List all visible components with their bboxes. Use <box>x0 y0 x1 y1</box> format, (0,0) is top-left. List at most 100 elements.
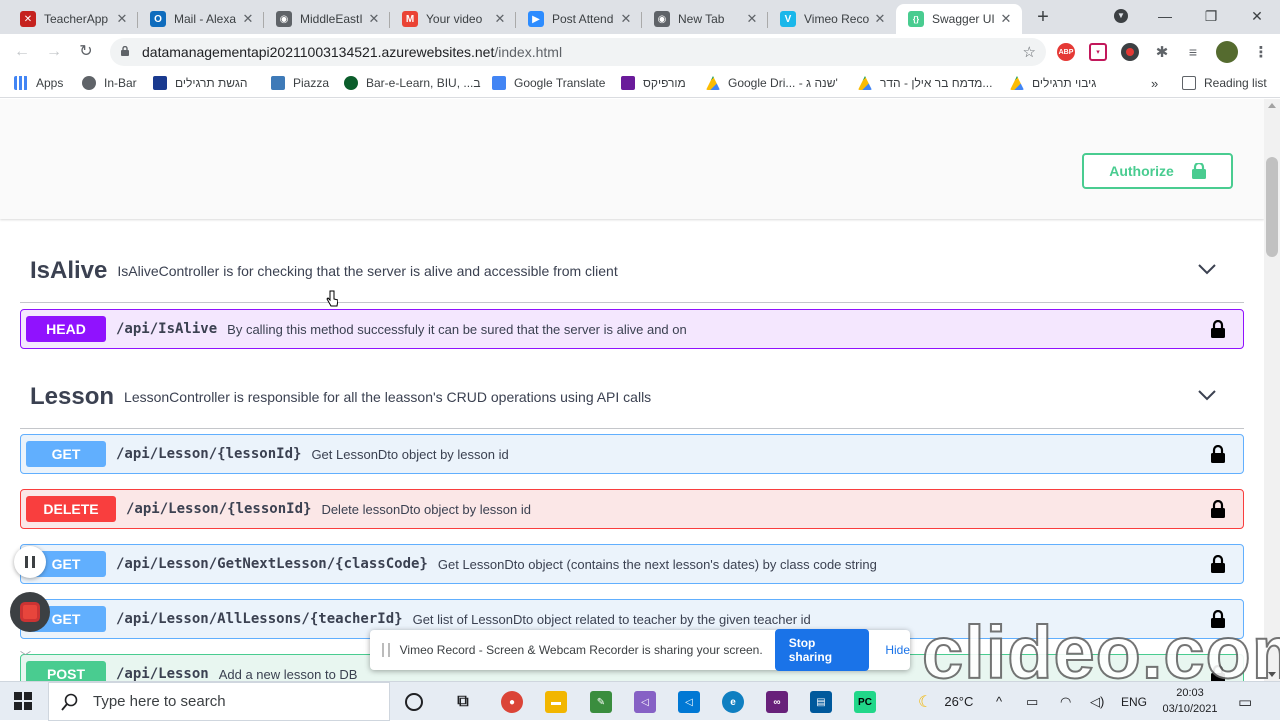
tag-isalive[interactable]: IsAlive IsAliveController is for checkin… <box>20 239 1244 303</box>
recording-pause-button[interactable] <box>14 546 46 578</box>
recording-stop-button[interactable] <box>10 592 50 632</box>
paint-icon[interactable]: ✎ <box>590 691 612 713</box>
operation-path: /api/Lesson/{lessonId} <box>116 446 302 462</box>
scroll-up-icon[interactable] <box>1268 103 1276 108</box>
clock[interactable]: 20:03 03/10/2021 <box>1158 685 1222 717</box>
tab-teacherapp[interactable]: ✕ TeacherApp ✕ <box>8 4 138 34</box>
chevron-down-icon[interactable] <box>1198 389 1216 401</box>
operation-get-next-lesson[interactable]: GET /api/Lesson/GetNextLesson/{classCode… <box>20 544 1244 584</box>
notifications-icon[interactable]: ▭ <box>1238 682 1252 721</box>
bookmark-submit-exercises[interactable]: הגשת תרגילים <box>153 76 248 90</box>
close-icon[interactable]: ✕ <box>618 11 634 27</box>
bookmark-google-translate[interactable]: Google Translate <box>492 76 605 90</box>
tab-vimeo[interactable]: V Vimeo Reco ✕ <box>768 4 896 34</box>
taskbar-search-input[interactable]: Type here to search <box>48 682 390 721</box>
unlocked-icon <box>1191 163 1206 179</box>
battery-icon[interactable]: ▭ <box>1026 682 1038 721</box>
tab-zoom[interactable]: ▶ Post Attend ✕ <box>516 4 642 34</box>
avatar[interactable] <box>1216 41 1238 63</box>
bookmark-apps[interactable]: Apps <box>14 76 63 90</box>
page-scrollbar[interactable] <box>1264 99 1280 681</box>
reload-icon[interactable]: ↻ <box>75 41 97 63</box>
tab-search-icon[interactable]: ▼ <box>1114 9 1128 23</box>
menu-icon[interactable]: ⋮ <box>1252 43 1270 61</box>
language-indicator[interactable]: ENG <box>1121 682 1147 721</box>
adblock-icon[interactable]: ABP <box>1057 43 1075 61</box>
bookmark-morfix[interactable]: מורפיקס <box>621 76 686 90</box>
visual-studio-icon[interactable]: ∞ <box>766 691 788 713</box>
tab-newtab[interactable]: ◉ New Tab ✕ <box>642 4 768 34</box>
windows-start-icon[interactable] <box>14 692 32 710</box>
cortana-icon[interactable] <box>405 693 423 711</box>
bookmark-google-drive-year3[interactable]: Google Dri... - שנה ג' <box>706 76 838 90</box>
bookmark-backup[interactable]: גיבוי תרגילים <box>1010 76 1096 90</box>
forward-icon[interactable]: → <box>43 41 65 63</box>
pocket-icon[interactable]: ▾ <box>1089 43 1107 61</box>
bookmark-star-icon[interactable]: ☆ <box>1023 43 1036 61</box>
operation-delete-lesson[interactable]: DELETE /api/Lesson/{lessonId} Delete les… <box>20 489 1244 529</box>
minimize-button[interactable]: — <box>1142 0 1188 32</box>
terminal-icon[interactable]: ▤ <box>810 691 832 713</box>
search-icon <box>61 693 78 711</box>
url-path: /index.html <box>494 44 563 60</box>
volume-icon[interactable]: ◁) <box>1090 682 1104 721</box>
tab-swagger[interactable]: {} Swagger UI ✕ <box>896 4 1022 34</box>
operation-path: /api/Lesson/{lessonId} <box>126 501 312 517</box>
bookmark-inbar[interactable]: In-Bar <box>82 76 137 90</box>
close-icon[interactable]: ✕ <box>240 11 256 27</box>
stop-sharing-button[interactable]: Stop sharing <box>774 629 870 671</box>
reading-list-button[interactable]: Reading list <box>1182 76 1267 90</box>
bookmark-piazza[interactable]: Piazza <box>271 76 329 90</box>
record-icon[interactable] <box>1121 43 1139 61</box>
bookmark-google-drive-cs[interactable]: מדמח בר אילן - הדר... <box>858 76 992 90</box>
operation-path: /api/IsAlive <box>116 321 218 337</box>
pycharm-icon[interactable]: PC <box>854 691 876 713</box>
extensions-icon[interactable]: ✱ <box>1153 43 1171 61</box>
close-icon[interactable]: ✕ <box>114 11 130 27</box>
close-icon[interactable]: ✕ <box>366 11 382 27</box>
close-icon[interactable]: ✕ <box>872 11 888 27</box>
tab-gmail[interactable]: M Your video ✕ <box>390 4 516 34</box>
hide-button[interactable]: Hide <box>885 643 910 657</box>
morfix-icon <box>621 76 635 90</box>
close-icon[interactable]: ✕ <box>998 11 1014 27</box>
bookmark-bar-e-learn[interactable]: Bar-e-Learn, BIU, ...ב <box>344 76 481 90</box>
address-bar[interactable]: datamanagementapi20211003134521.azureweb… <box>110 38 1046 66</box>
vs-code-insiders-icon[interactable]: ◁ <box>634 691 656 713</box>
weather-widget[interactable]: ☾ 26°C <box>918 682 973 721</box>
tab-label: TeacherApp <box>44 12 109 26</box>
wifi-icon[interactable]: ◠ <box>1060 682 1071 721</box>
lock-icon[interactable] <box>1211 500 1225 518</box>
close-icon[interactable]: ✕ <box>492 11 508 27</box>
tab-middleeast[interactable]: ◉ MiddleEastI ✕ <box>264 4 390 34</box>
edge-icon[interactable]: e <box>722 691 744 713</box>
window-close-button[interactable]: ✕ <box>1234 0 1280 32</box>
tab-label: Mail - Alexa <box>174 12 237 26</box>
operation-head-isalive[interactable]: HEAD /api/IsAlive By calling this method… <box>20 309 1244 349</box>
more-bookmarks-button[interactable]: » <box>1151 76 1158 91</box>
restore-button[interactable]: ❐ <box>1188 0 1234 32</box>
close-icon[interactable]: ✕ <box>744 11 760 27</box>
back-icon[interactable]: ← <box>11 41 33 63</box>
lock-icon[interactable] <box>1211 555 1225 573</box>
lock-icon[interactable] <box>1211 445 1225 463</box>
chevron-down-icon[interactable]: ﹀ <box>20 648 31 664</box>
operation-get-lesson-by-id[interactable]: GET /api/Lesson/{lessonId} Get LessonDto… <box>20 434 1244 474</box>
vs-code-icon[interactable]: ◁ <box>678 691 700 713</box>
tab-mail[interactable]: O Mail - Alexa ✕ <box>138 4 264 34</box>
file-explorer-icon[interactable]: ▬ <box>545 691 567 713</box>
chevron-down-icon[interactable] <box>1198 263 1216 275</box>
tag-lesson[interactable]: Lesson LessonController is responsible f… <box>20 365 1244 429</box>
tab-label: Swagger UI <box>932 12 995 26</box>
tray-expand-icon[interactable]: ^ <box>996 682 1002 721</box>
chrome-icon[interactable]: ● <box>501 691 523 713</box>
google-drive-icon <box>706 76 720 90</box>
new-tab-button[interactable]: + <box>1034 6 1052 28</box>
scrollbar-thumb[interactable] <box>1266 157 1278 257</box>
task-view-icon[interactable]: ⧉ <box>452 691 474 713</box>
operation-path: /api/Lesson/AllLessons/{teacherId} <box>116 611 403 627</box>
lock-icon[interactable] <box>1211 320 1225 338</box>
reading-queue-icon[interactable]: ≡ <box>1184 43 1202 61</box>
authorize-button[interactable]: Authorize <box>1082 153 1233 189</box>
drag-handle-icon[interactable] <box>382 643 390 657</box>
